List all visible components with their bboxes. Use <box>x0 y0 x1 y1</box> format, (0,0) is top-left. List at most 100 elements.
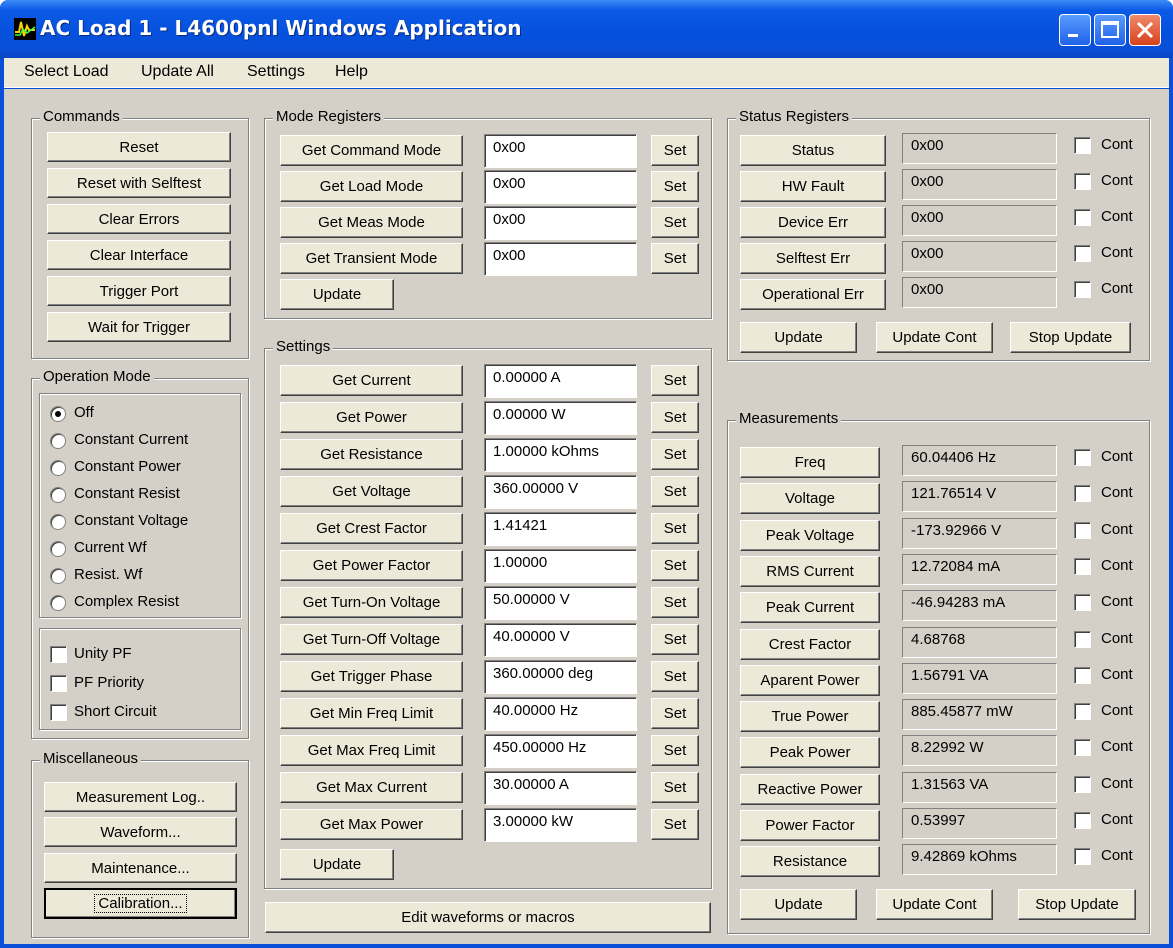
power-field[interactable]: 0.00000 W <box>484 401 637 435</box>
max-power-field[interactable]: 3.00000 kW <box>484 808 637 842</box>
edit-waveforms-button[interactable]: Edit waveforms or macros <box>265 902 711 933</box>
rms-current-cont-checkbox[interactable] <box>1074 557 1091 575</box>
get-turn-on-voltage-button[interactable]: Get Turn-On Voltage <box>280 587 463 618</box>
set-load-mode-button[interactable]: Set <box>651 171 699 202</box>
status-update-button[interactable]: Update <box>740 322 857 353</box>
get-voltage-button[interactable]: Get Voltage <box>280 476 463 507</box>
get-current-button[interactable]: Get Current <box>280 365 463 396</box>
reactive-power-cont-checkbox[interactable] <box>1074 775 1091 793</box>
close-button[interactable] <box>1129 14 1161 46</box>
turn-off-voltage-field[interactable]: 40.00000 V <box>484 623 637 657</box>
min-freq-limit-field[interactable]: 40.00000 Hz <box>484 697 637 731</box>
set-max-power-button[interactable]: Set <box>651 809 699 840</box>
status-update-cont-button[interactable]: Update Cont <box>876 322 993 353</box>
pf-priority-checkbox[interactable] <box>50 675 67 692</box>
waveform-button[interactable]: Waveform... <box>44 817 237 847</box>
radio-complex-resist[interactable] <box>50 595 66 611</box>
get-power-factor-button[interactable]: Get Power Factor <box>280 550 463 581</box>
peak-current-button[interactable]: Peak Current <box>740 592 880 624</box>
get-power-button[interactable]: Get Power <box>280 402 463 433</box>
settings-update-button[interactable]: Update <box>280 849 394 880</box>
radio-constant-current[interactable] <box>50 433 66 449</box>
transient-mode-field[interactable]: 0x00 <box>484 242 637 276</box>
radio-constant-resist[interactable] <box>50 487 66 503</box>
peak-voltage-button[interactable]: Peak Voltage <box>740 519 880 551</box>
minimize-button[interactable] <box>1059 14 1091 46</box>
device-err-button[interactable]: Device Err <box>740 207 886 238</box>
set-max-current-button[interactable]: Set <box>651 772 699 803</box>
measurements-stop-update-button[interactable]: Stop Update <box>1018 889 1136 920</box>
voltage-field[interactable]: 360.00000 V <box>484 475 637 509</box>
wait-for-trigger-button[interactable]: Wait for Trigger <box>47 312 231 342</box>
get-turn-off-voltage-button[interactable]: Get Turn-Off Voltage <box>280 624 463 655</box>
set-current-button[interactable]: Set <box>651 365 699 396</box>
set-min-freq-limit-button[interactable]: Set <box>651 698 699 729</box>
load-mode-field[interactable]: 0x00 <box>484 170 637 204</box>
hw-fault-cont-checkbox[interactable] <box>1074 173 1091 190</box>
unity-pf-checkbox[interactable] <box>50 646 67 663</box>
crest-factor-button[interactable]: Crest Factor <box>740 628 880 660</box>
radio-resist-wf[interactable] <box>50 568 66 584</box>
measurements-update-button[interactable]: Update <box>740 889 857 920</box>
freq-button[interactable]: Freq <box>740 447 880 478</box>
hw-fault-button[interactable]: HW Fault <box>740 171 886 202</box>
clear-interface-button[interactable]: Clear Interface <box>47 240 231 270</box>
crest-factor-cont-checkbox[interactable] <box>1074 630 1091 648</box>
rms-current-button[interactable]: RMS Current <box>740 555 880 587</box>
get-crest-factor-button[interactable]: Get Crest Factor <box>280 513 463 544</box>
voltage-cont-checkbox[interactable] <box>1074 485 1091 503</box>
set-power-button[interactable]: Set <box>651 402 699 433</box>
status-cont-checkbox[interactable] <box>1074 137 1091 154</box>
true-power-button[interactable]: True Power <box>740 701 880 733</box>
maximize-button[interactable] <box>1094 14 1126 46</box>
menu-settings[interactable]: Settings <box>247 63 305 81</box>
menu-help[interactable]: Help <box>335 63 368 81</box>
power-factor-cont-checkbox[interactable] <box>1074 812 1091 829</box>
radio-current-wf[interactable] <box>50 541 66 557</box>
get-max-freq-limit-button[interactable]: Get Max Freq Limit <box>280 735 463 766</box>
device-err-cont-checkbox[interactable] <box>1074 209 1091 226</box>
radio-constant-voltage[interactable] <box>50 514 66 530</box>
trigger-phase-field[interactable]: 360.00000 deg <box>484 660 637 694</box>
set-power-factor-button[interactable]: Set <box>651 550 699 581</box>
set-transient-mode-button[interactable]: Set <box>651 243 699 274</box>
freq-cont-checkbox[interactable] <box>1074 449 1091 466</box>
radio-constant-power[interactable] <box>50 460 66 476</box>
maintenance-button[interactable]: Maintenance... <box>44 853 237 883</box>
measurements-update-cont-button[interactable]: Update Cont <box>876 889 993 920</box>
get-transient-mode-button[interactable]: Get Transient Mode <box>280 243 463 274</box>
peak-power-cont-checkbox[interactable] <box>1074 739 1091 757</box>
reactive-power-button[interactable]: Reactive Power <box>740 773 880 805</box>
meas-mode-field[interactable]: 0x00 <box>484 206 637 240</box>
radio-off[interactable] <box>50 406 66 422</box>
current-field[interactable]: 0.00000 A <box>484 364 637 398</box>
clear-errors-button[interactable]: Clear Errors <box>47 204 231 234</box>
turn-on-voltage-field[interactable]: 50.00000 V <box>484 586 637 620</box>
max-current-field[interactable]: 30.00000 A <box>484 771 637 805</box>
get-min-freq-limit-button[interactable]: Get Min Freq Limit <box>280 698 463 729</box>
command-mode-field[interactable]: 0x00 <box>484 134 637 168</box>
aparent-power-button[interactable]: Aparent Power <box>740 664 880 696</box>
set-crest-factor-button[interactable]: Set <box>651 513 699 544</box>
mode-registers-update-button[interactable]: Update <box>280 279 394 310</box>
set-command-mode-button[interactable]: Set <box>651 135 699 166</box>
peak-power-button[interactable]: Peak Power <box>740 737 880 769</box>
calibration-button[interactable]: Calibration... <box>44 888 237 919</box>
get-meas-mode-button[interactable]: Get Meas Mode <box>280 207 463 238</box>
menu-select-load[interactable]: Select Load <box>24 63 109 81</box>
set-trigger-phase-button[interactable]: Set <box>651 661 699 692</box>
selftest-err-cont-checkbox[interactable] <box>1074 245 1091 262</box>
peak-current-cont-checkbox[interactable] <box>1074 594 1091 612</box>
power-factor-field[interactable]: 1.00000 <box>484 549 637 583</box>
voltage-button[interactable]: Voltage <box>740 483 880 515</box>
operational-err-button[interactable]: Operational Err <box>740 279 886 310</box>
set-max-freq-limit-button[interactable]: Set <box>651 735 699 766</box>
status-stop-update-button[interactable]: Stop Update <box>1010 322 1131 353</box>
set-turn-off-voltage-button[interactable]: Set <box>651 624 699 655</box>
title-bar[interactable]: AC Load 1 - L4600pnl Windows Application <box>0 0 1173 58</box>
get-resistance-button[interactable]: Get Resistance <box>280 439 463 470</box>
get-trigger-phase-button[interactable]: Get Trigger Phase <box>280 661 463 692</box>
get-max-current-button[interactable]: Get Max Current <box>280 772 463 803</box>
true-power-cont-checkbox[interactable] <box>1074 703 1091 721</box>
power-factor-button[interactable]: Power Factor <box>740 810 880 841</box>
